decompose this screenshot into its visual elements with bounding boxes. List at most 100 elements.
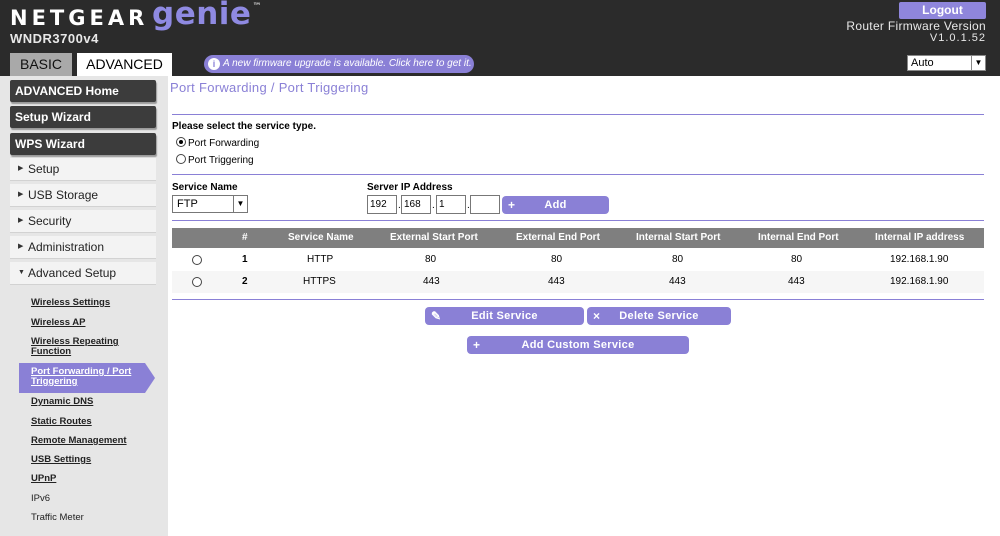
divider — [172, 220, 984, 221]
caret-right-icon: ▶ — [18, 243, 24, 251]
port-forwarding-option[interactable]: Port Forwarding — [176, 137, 260, 150]
table-cell: 443 — [423, 276, 440, 287]
sidebar-wps-wizard-button[interactable]: WPS Wizard — [10, 133, 156, 155]
ip-separator: . — [432, 200, 435, 211]
firmware-version: V1.0.1.52 — [929, 32, 986, 44]
table-cell: 80 — [672, 254, 684, 265]
chevron-down-icon: ▼ — [233, 196, 247, 212]
sidebar-item-ipv6[interactable]: IPv6 — [31, 494, 50, 504]
table-cell: 192.168.1.90 — [890, 276, 949, 287]
sidebar-item-static-routes[interactable]: Static Routes — [31, 417, 92, 427]
sidebar-section-usb-storage[interactable]: ▶ USB Storage — [10, 184, 156, 207]
sidebar-item-upnp[interactable]: UPnP — [31, 474, 56, 484]
row-select-radio[interactable] — [192, 255, 202, 265]
port-triggering-label: Port Triggering — [188, 155, 254, 166]
table-row[interactable]: 1 HTTP 80 80 80 80 192.168.1.90 — [172, 249, 984, 271]
sidebar-section-label: Setup — [28, 162, 60, 176]
sidebar-item-traffic-meter[interactable]: Traffic Meter — [31, 513, 84, 523]
column-header: External End Port — [516, 232, 600, 243]
pencil-icon: ✎ — [431, 309, 442, 323]
genie-logo-text: genie — [152, 0, 252, 32]
ip-octet-1-input[interactable]: 192 — [367, 195, 397, 214]
table-cell: 443 — [788, 276, 805, 287]
header-bar: NETGEAR genie™ WNDR3700v4 Logout Router … — [0, 0, 1000, 76]
firmware-upgrade-banner[interactable]: i A new firmware upgrade is available. C… — [204, 55, 474, 73]
caret-down-icon: ▼ — [18, 269, 25, 277]
sidebar-item-usb-settings[interactable]: USB Settings — [31, 455, 91, 465]
divider — [172, 299, 984, 300]
sidebar-section-label: Advanced Setup — [28, 266, 117, 280]
sidebar-section-administration[interactable]: ▶ Administration — [10, 236, 156, 259]
caret-right-icon: ▶ — [18, 217, 24, 225]
firmware-upgrade-text: A new firmware upgrade is available. Cli… — [223, 58, 472, 69]
sidebar-section-advanced-setup[interactable]: ▼ Advanced Setup — [10, 262, 156, 285]
sidebar-item-port-forwarding[interactable]: Port Forwarding / Port Triggering — [19, 363, 155, 393]
plus-icon: + — [473, 338, 481, 352]
table-cell: 80 — [791, 254, 803, 265]
add-custom-service-label: Add Custom Service — [521, 339, 635, 351]
divider — [172, 174, 984, 175]
firmware-label: Router Firmware Version — [846, 19, 986, 33]
caret-right-icon: ▶ — [18, 191, 24, 199]
table-cell: 1 — [242, 254, 248, 265]
close-icon: × — [593, 309, 601, 323]
sidebar-item-remote-management[interactable]: Remote Management — [31, 436, 127, 446]
tab-advanced[interactable]: ADVANCED — [77, 53, 172, 76]
delete-service-button[interactable]: × Delete Service — [587, 307, 731, 325]
sidebar-setup-wizard-button[interactable]: Setup Wizard — [10, 106, 156, 128]
logout-button[interactable]: Logout — [899, 2, 986, 19]
sidebar-section-security[interactable]: ▶ Security — [10, 210, 156, 233]
add-button[interactable]: + Add — [502, 196, 609, 214]
sidebar-section-label: USB Storage — [28, 188, 99, 202]
column-header: Internal IP address — [875, 232, 965, 243]
table-row[interactable]: 2 HTTPS 443 443 443 443 192.168.1.90 — [172, 271, 984, 293]
server-ip-label: Server IP Address — [367, 182, 453, 193]
sidebar-section-label: Security — [28, 214, 72, 228]
ip-octet-3-input[interactable]: 1 — [436, 195, 466, 214]
ip-octet-2-input[interactable]: 168 — [401, 195, 431, 214]
table-cell: 80 — [551, 254, 563, 265]
table-cell: 443 — [669, 276, 686, 287]
page-title: Port Forwarding / Port Triggering — [170, 80, 369, 95]
service-name-label: Service Name — [172, 182, 238, 193]
service-type-prompt: Please select the service type. — [172, 121, 316, 132]
port-triggering-radio[interactable] — [176, 154, 186, 165]
service-name-value: FTP — [177, 198, 198, 210]
column-header: Internal Start Port — [636, 232, 721, 243]
column-header: Internal End Port — [758, 232, 839, 243]
port-forwarding-label: Port Forwarding — [188, 138, 260, 149]
sidebar-section-label: Administration — [28, 240, 105, 254]
edit-service-button[interactable]: ✎ Edit Service — [425, 307, 584, 325]
caret-right-icon: ▶ — [18, 165, 24, 173]
column-header: # — [242, 232, 248, 243]
row-select-radio[interactable] — [192, 277, 202, 287]
model-name: WNDR3700v4 — [10, 31, 99, 46]
port-triggering-option[interactable]: Port Triggering — [176, 154, 254, 167]
chevron-down-icon: ▼ — [971, 56, 985, 70]
delete-service-label: Delete Service — [619, 310, 699, 322]
brand-logo: NETGEAR — [10, 6, 149, 30]
ip-octet-4-input[interactable] — [470, 195, 500, 214]
sidebar-item-wireless-settings[interactable]: Wireless Settings — [31, 298, 110, 308]
trademark-mark: ™ — [252, 2, 262, 12]
edit-service-label: Edit Service — [471, 310, 538, 322]
divider — [172, 114, 984, 115]
sidebar-section-setup[interactable]: ▶ Setup — [10, 158, 156, 181]
table-cell: HTTPS — [303, 276, 336, 287]
tab-basic[interactable]: BASIC — [10, 53, 72, 76]
genie-logo: genie™ — [152, 0, 262, 32]
sidebar: ADVANCED Home Setup Wizard WPS Wizard ▶ S… — [0, 76, 168, 536]
language-select-value: Auto — [911, 57, 934, 69]
sidebar-item-wireless-ap[interactable]: Wireless AP — [31, 318, 85, 328]
service-name-select[interactable]: FTP ▼ — [172, 195, 248, 213]
sidebar-item-wireless-repeating[interactable]: Wireless Repeating Function — [31, 337, 131, 357]
sidebar-item-dynamic-dns[interactable]: Dynamic DNS — [31, 397, 93, 407]
table-header: # Service Name External Start Port Exter… — [172, 228, 984, 248]
sidebar-advanced-home-button[interactable]: ADVANCED Home — [10, 80, 156, 102]
port-forwarding-radio[interactable] — [176, 137, 186, 148]
language-select[interactable]: Auto ▼ — [907, 55, 986, 71]
sidebar-item-label: Port Forwarding / Port Triggering — [31, 366, 132, 387]
table-cell: 443 — [548, 276, 565, 287]
add-custom-service-button[interactable]: + Add Custom Service — [467, 336, 689, 354]
add-button-label: Add — [544, 199, 567, 211]
